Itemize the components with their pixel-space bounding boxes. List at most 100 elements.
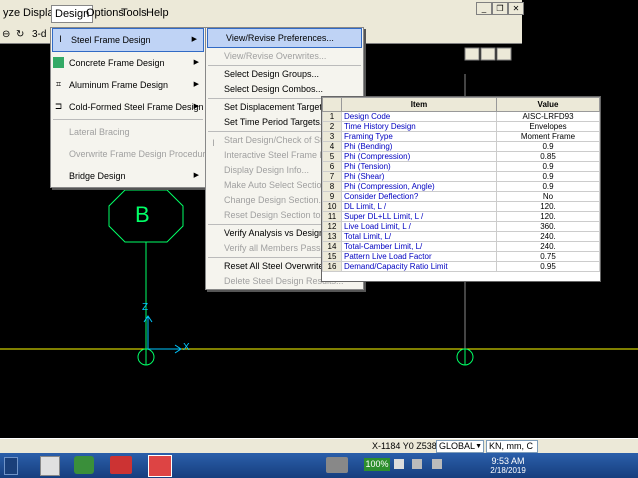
units-select[interactable]: KN, mm, C <box>486 440 538 453</box>
preferences-table: Item Value 1 Design Code AISC-LRFD93 2 Time … <box>321 96 601 282</box>
table-row[interactable]: 12 Live Load Limit, L /360. <box>322 221 600 232</box>
clock-time: 9:53 AM <box>491 456 525 466</box>
menu-item-view-revise-overwrites: View/Revise Overwrites... <box>224 51 327 61</box>
minimize-icon[interactable]: _ <box>476 2 492 15</box>
coordinate-readout: X-1184 Y0 Z5381 <box>372 441 442 451</box>
table-row[interactable]: 16 Demand/Capacity Ratio Limit 0.95 <box>322 261 600 272</box>
item-cell: Total-Camber Limit, L/ <box>341 241 497 252</box>
header-item: Item <box>341 97 497 112</box>
z-axis-label: Z <box>142 302 149 313</box>
submenu-arrow-icon: ▶ <box>193 103 199 110</box>
table-row[interactable]: 2 Time History Design Envelopes <box>322 121 600 132</box>
row-index: 4 <box>322 141 342 152</box>
table-row[interactable]: 10 DL Limit, L /120. <box>322 201 600 212</box>
row-index: 16 <box>322 261 342 272</box>
value-cell[interactable]: 0.9 <box>496 161 600 172</box>
menu-item-cold-formed-steel-frame-design[interactable]: ⊐ Cold-Formed Steel Frame Design ▶ <box>51 96 205 118</box>
design-menu: I Steel Frame Design ▶ Concrete Frame Desi… <box>50 27 218 188</box>
row-index: 11 <box>322 211 342 222</box>
network-tray-icon[interactable] <box>412 459 422 469</box>
menu-item-select-design-combos[interactable]: Select Design Combos... <box>206 82 363 97</box>
undo-icon[interactable]: ⊖ <box>2 28 10 42</box>
value-cell[interactable]: 0.9 <box>496 171 600 182</box>
zoom-indicator[interactable]: 100% <box>364 458 390 471</box>
cmd-app-icon[interactable] <box>40 456 60 476</box>
value-cell[interactable]: 240. <box>496 231 600 242</box>
row-index: 13 <box>322 231 342 242</box>
table-row[interactable]: 15 Pattern Live Load Factor 0.75 <box>322 251 600 262</box>
table-row[interactable]: 1 Design Code AISC-LRFD93 <box>322 111 600 122</box>
volume-tray-icon[interactable] <box>432 459 442 469</box>
steel-frame-icon: I <box>59 34 62 44</box>
value-cell[interactable]: 360. <box>496 221 600 232</box>
table-body: 1 Design Code AISC-LRFD93 2 Time History Des… <box>322 111 600 272</box>
item-cell: Pattern Live Load Factor <box>341 251 497 262</box>
taskbar: 100% 9:53 AM 2/18/2019 <box>0 453 638 478</box>
value-cell[interactable]: 120. <box>496 201 600 212</box>
sap-app-icon[interactable] <box>148 455 172 477</box>
item-cell: Super DL+LL Limit, L / <box>341 211 497 222</box>
table-row[interactable]: 9 Consider Deflection? No <box>322 191 600 202</box>
menu-item-aluminum-frame-design[interactable]: ⌗ Aluminum Frame Design ▶ <box>51 74 205 96</box>
item-cell: Phi (Shear) <box>341 171 497 182</box>
table-row[interactable]: 6 Phi (Tension) 0.9 <box>322 161 600 172</box>
value-cell[interactable]: 0.85 <box>496 151 600 162</box>
x-axis-label: X <box>183 342 190 353</box>
menu-item-view-revise-preferences[interactable]: View/Revise Preferences... <box>207 28 362 48</box>
value-cell[interactable]: 240. <box>496 241 600 252</box>
menu-separator <box>53 119 203 120</box>
value-cell[interactable]: 120. <box>496 211 600 222</box>
table-row[interactable]: 7 Phi (Shear) 0.9 <box>322 171 600 182</box>
value-cell[interactable]: AISC-LRFD93 <box>496 111 600 122</box>
value-cell[interactable]: 0.95 <box>496 261 600 272</box>
row-index: 8 <box>322 181 342 192</box>
item-cell: DL Limit, L / <box>341 201 497 212</box>
item-cell: Live Load Limit, L / <box>341 221 497 232</box>
menu-item-steel-frame-design[interactable]: I Steel Frame Design ▶ <box>52 28 204 52</box>
table-header-row: Item Value <box>322 97 600 112</box>
table-row[interactable]: 14 Total-Camber Limit, L/240. <box>322 241 600 252</box>
taskbar-left-icon[interactable] <box>4 457 18 475</box>
item-cell: Framing Type <box>341 131 497 142</box>
value-cell[interactable]: 0.9 <box>496 141 600 152</box>
menu-help[interactable]: Help <box>143 5 172 21</box>
menu-item-select-design-groups[interactable]: Select Design Groups... <box>206 67 363 82</box>
status-bar: X-1184 Y0 Z5381 GLOBAL ▼ KN, mm, C <box>0 438 638 454</box>
restore-icon[interactable]: ❐ <box>492 2 508 15</box>
menu-item-bridge-design[interactable]: Bridge Design ▶ <box>51 165 205 187</box>
table-row[interactable]: 8 Phi (Compression, Angle) 0.9 <box>322 181 600 192</box>
table-row[interactable]: 5 Phi (Compression) 0.85 <box>322 151 600 162</box>
coord-system-select[interactable]: GLOBAL ▼ <box>436 440 484 453</box>
menu-item-concrete-frame-design[interactable]: Concrete Frame Design ▶ <box>51 52 205 74</box>
value-cell[interactable]: No <box>496 191 600 202</box>
flag-tray-icon[interactable] <box>394 459 404 469</box>
menu-bar: yze Display Design Options Tools Help _ … <box>0 0 524 28</box>
close-icon[interactable]: ✕ <box>508 2 524 15</box>
submenu-arrow-icon: ▶ <box>193 81 199 88</box>
row-index: 15 <box>322 251 342 262</box>
network-app-icon[interactable] <box>74 456 94 474</box>
row-index: 7 <box>322 171 342 182</box>
inner-restore-icon <box>480 47 496 61</box>
menu-item-lateral-bracing: Lateral Bracing <box>69 127 130 137</box>
row-index: 9 <box>322 191 342 202</box>
value-cell[interactable]: Envelopes <box>496 121 600 132</box>
view-3d-button[interactable]: 3-d <box>32 28 46 42</box>
submenu-arrow-icon: ▶ <box>191 36 197 43</box>
table-row[interactable]: 4 Phi (Bending) 0.9 <box>322 141 600 152</box>
table-row[interactable]: 3 Framing Type Moment Frame <box>322 131 600 142</box>
refresh-icon[interactable]: ↻ <box>16 28 24 42</box>
table-row[interactable]: 13 Total Limit, L/240. <box>322 231 600 242</box>
value-cell[interactable]: 0.9 <box>496 181 600 192</box>
row-index: 6 <box>322 161 342 172</box>
cold-formed-icon: ⊐ <box>54 101 63 111</box>
table-row[interactable]: 11 Super DL+LL Limit, L /120. <box>322 211 600 222</box>
clock-date: 2/18/2019 <box>490 466 526 475</box>
row-index: 12 <box>322 221 342 232</box>
row-index: 10 <box>322 201 342 212</box>
row-index: 3 <box>322 131 342 142</box>
value-cell[interactable]: 0.75 <box>496 251 600 262</box>
camera-tray-icon[interactable] <box>326 457 348 473</box>
value-cell[interactable]: Moment Frame <box>496 131 600 142</box>
document-app-icon[interactable] <box>110 456 132 474</box>
